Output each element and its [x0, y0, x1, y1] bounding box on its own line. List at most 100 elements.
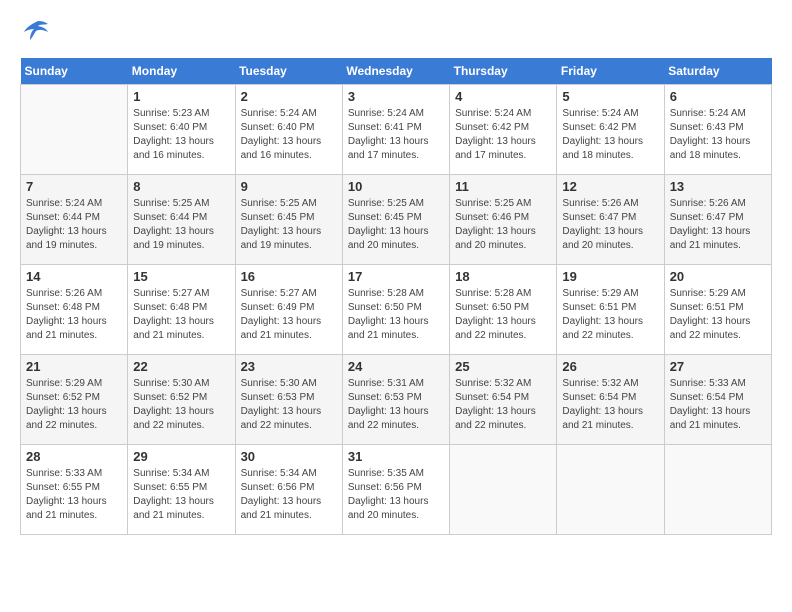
calendar-cell: 8 Sunrise: 5:25 AM Sunset: 6:44 PM Daylig… — [128, 175, 235, 265]
day-info: Sunrise: 5:29 AM Sunset: 6:51 PM Dayligh… — [562, 287, 658, 343]
calendar-cell: 23 Sunrise: 5:30 AM Sunset: 6:53 PM Dayli… — [235, 355, 342, 445]
calendar-cell — [664, 445, 771, 535]
calendar-cell: 21 Sunrise: 5:29 AM Sunset: 6:52 PM Dayli… — [21, 355, 128, 445]
logo-bird-icon — [22, 20, 50, 48]
calendar-cell: 29 Sunrise: 5:34 AM Sunset: 6:55 PM Dayli… — [128, 445, 235, 535]
day-number: 9 — [241, 179, 337, 194]
day-number: 30 — [241, 449, 337, 464]
calendar-cell: 17 Sunrise: 5:28 AM Sunset: 6:50 PM Dayli… — [342, 265, 449, 355]
day-number: 22 — [133, 359, 229, 374]
day-info: Sunrise: 5:24 AM Sunset: 6:44 PM Dayligh… — [26, 197, 122, 253]
day-info: Sunrise: 5:25 AM Sunset: 6:44 PM Dayligh… — [133, 197, 229, 253]
day-number: 17 — [348, 269, 444, 284]
calendar-cell: 25 Sunrise: 5:32 AM Sunset: 6:54 PM Dayli… — [450, 355, 557, 445]
calendar-week-row: 7 Sunrise: 5:24 AM Sunset: 6:44 PM Daylig… — [21, 175, 772, 265]
day-info: Sunrise: 5:26 AM Sunset: 6:47 PM Dayligh… — [562, 197, 658, 253]
day-info: Sunrise: 5:35 AM Sunset: 6:56 PM Dayligh… — [348, 467, 444, 523]
weekday-header-tuesday: Tuesday — [235, 58, 342, 85]
calendar-week-row: 28 Sunrise: 5:33 AM Sunset: 6:55 PM Dayli… — [21, 445, 772, 535]
day-info: Sunrise: 5:24 AM Sunset: 6:40 PM Dayligh… — [241, 107, 337, 163]
day-info: Sunrise: 5:25 AM Sunset: 6:45 PM Dayligh… — [348, 197, 444, 253]
day-number: 4 — [455, 89, 551, 104]
day-number: 31 — [348, 449, 444, 464]
day-number: 8 — [133, 179, 229, 194]
calendar-cell: 14 Sunrise: 5:26 AM Sunset: 6:48 PM Dayli… — [21, 265, 128, 355]
page-header — [20, 20, 772, 42]
day-number: 15 — [133, 269, 229, 284]
calendar-cell: 20Sunrise: 5:29 AM Sunset: 6:51 PM Dayli… — [664, 265, 771, 355]
calendar-cell: 19 Sunrise: 5:29 AM Sunset: 6:51 PM Dayli… — [557, 265, 664, 355]
calendar-cell: 30 Sunrise: 5:34 AM Sunset: 6:56 PM Dayli… — [235, 445, 342, 535]
day-number: 19 — [562, 269, 658, 284]
weekday-header-row: SundayMondayTuesdayWednesdayThursdayFrid… — [21, 58, 772, 85]
calendar-cell: 15 Sunrise: 5:27 AM Sunset: 6:48 PM Dayli… — [128, 265, 235, 355]
calendar-cell — [21, 85, 128, 175]
day-number: 7 — [26, 179, 122, 194]
weekday-header-monday: Monday — [128, 58, 235, 85]
day-number: 3 — [348, 89, 444, 104]
weekday-header-sunday: Sunday — [21, 58, 128, 85]
day-number: 11 — [455, 179, 551, 194]
calendar-cell: 18Sunrise: 5:28 AM Sunset: 6:50 PM Dayli… — [450, 265, 557, 355]
day-number: 26 — [562, 359, 658, 374]
day-number: 28 — [26, 449, 122, 464]
day-info: Sunrise: 5:33 AM Sunset: 6:54 PM Dayligh… — [670, 377, 766, 433]
day-number: 5 — [562, 89, 658, 104]
calendar-cell — [450, 445, 557, 535]
weekday-header-saturday: Saturday — [664, 58, 771, 85]
calendar-cell: 9 Sunrise: 5:25 AM Sunset: 6:45 PM Daylig… — [235, 175, 342, 265]
day-info: Sunrise: 5:32 AM Sunset: 6:54 PM Dayligh… — [455, 377, 551, 433]
day-info: Sunrise: 5:24 AM Sunset: 6:43 PM Dayligh… — [670, 107, 766, 163]
calendar-week-row: 1 Sunrise: 5:23 AM Sunset: 6:40 PM Daylig… — [21, 85, 772, 175]
day-number: 14 — [26, 269, 122, 284]
day-info: Sunrise: 5:34 AM Sunset: 6:56 PM Dayligh… — [241, 467, 337, 523]
day-info: Sunrise: 5:30 AM Sunset: 6:53 PM Dayligh… — [241, 377, 337, 433]
calendar-cell: 10Sunrise: 5:25 AM Sunset: 6:45 PM Dayli… — [342, 175, 449, 265]
calendar-cell: 13Sunrise: 5:26 AM Sunset: 6:47 PM Dayli… — [664, 175, 771, 265]
weekday-header-friday: Friday — [557, 58, 664, 85]
calendar-week-row: 21 Sunrise: 5:29 AM Sunset: 6:52 PM Dayli… — [21, 355, 772, 445]
day-info: Sunrise: 5:26 AM Sunset: 6:47 PM Dayligh… — [670, 197, 766, 253]
day-info: Sunrise: 5:25 AM Sunset: 6:45 PM Dayligh… — [241, 197, 337, 253]
calendar-cell: 16Sunrise: 5:27 AM Sunset: 6:49 PM Dayli… — [235, 265, 342, 355]
calendar-cell: 7 Sunrise: 5:24 AM Sunset: 6:44 PM Daylig… — [21, 175, 128, 265]
day-info: Sunrise: 5:30 AM Sunset: 6:52 PM Dayligh… — [133, 377, 229, 433]
day-info: Sunrise: 5:23 AM Sunset: 6:40 PM Dayligh… — [133, 107, 229, 163]
calendar-cell — [557, 445, 664, 535]
calendar-cell: 11Sunrise: 5:25 AM Sunset: 6:46 PM Dayli… — [450, 175, 557, 265]
calendar-cell: 12 Sunrise: 5:26 AM Sunset: 6:47 PM Dayli… — [557, 175, 664, 265]
day-number: 24 — [348, 359, 444, 374]
day-info: Sunrise: 5:29 AM Sunset: 6:51 PM Dayligh… — [670, 287, 766, 343]
calendar-cell: 1 Sunrise: 5:23 AM Sunset: 6:40 PM Daylig… — [128, 85, 235, 175]
calendar-cell: 3Sunrise: 5:24 AM Sunset: 6:41 PM Daylig… — [342, 85, 449, 175]
day-info: Sunrise: 5:31 AM Sunset: 6:53 PM Dayligh… — [348, 377, 444, 433]
calendar-cell: 2 Sunrise: 5:24 AM Sunset: 6:40 PM Daylig… — [235, 85, 342, 175]
weekday-header-thursday: Thursday — [450, 58, 557, 85]
calendar-cell: 5Sunrise: 5:24 AM Sunset: 6:42 PM Daylig… — [557, 85, 664, 175]
day-info: Sunrise: 5:26 AM Sunset: 6:48 PM Dayligh… — [26, 287, 122, 343]
calendar-cell: 28 Sunrise: 5:33 AM Sunset: 6:55 PM Dayli… — [21, 445, 128, 535]
day-number: 6 — [670, 89, 766, 104]
day-info: Sunrise: 5:33 AM Sunset: 6:55 PM Dayligh… — [26, 467, 122, 523]
logo — [20, 20, 50, 42]
day-info: Sunrise: 5:24 AM Sunset: 6:42 PM Dayligh… — [455, 107, 551, 163]
day-number: 12 — [562, 179, 658, 194]
day-number: 21 — [26, 359, 122, 374]
day-number: 27 — [670, 359, 766, 374]
calendar-cell: 24 Sunrise: 5:31 AM Sunset: 6:53 PM Dayli… — [342, 355, 449, 445]
day-info: Sunrise: 5:28 AM Sunset: 6:50 PM Dayligh… — [348, 287, 444, 343]
calendar-cell: 26Sunrise: 5:32 AM Sunset: 6:54 PM Dayli… — [557, 355, 664, 445]
day-number: 23 — [241, 359, 337, 374]
day-number: 25 — [455, 359, 551, 374]
day-info: Sunrise: 5:34 AM Sunset: 6:55 PM Dayligh… — [133, 467, 229, 523]
day-number: 1 — [133, 89, 229, 104]
calendar-body: 1 Sunrise: 5:23 AM Sunset: 6:40 PM Daylig… — [21, 85, 772, 535]
calendar-week-row: 14 Sunrise: 5:26 AM Sunset: 6:48 PM Dayli… — [21, 265, 772, 355]
day-info: Sunrise: 5:29 AM Sunset: 6:52 PM Dayligh… — [26, 377, 122, 433]
day-info: Sunrise: 5:27 AM Sunset: 6:48 PM Dayligh… — [133, 287, 229, 343]
calendar-cell: 27 Sunrise: 5:33 AM Sunset: 6:54 PM Dayli… — [664, 355, 771, 445]
day-number: 16 — [241, 269, 337, 284]
day-number: 29 — [133, 449, 229, 464]
day-number: 18 — [455, 269, 551, 284]
day-number: 2 — [241, 89, 337, 104]
